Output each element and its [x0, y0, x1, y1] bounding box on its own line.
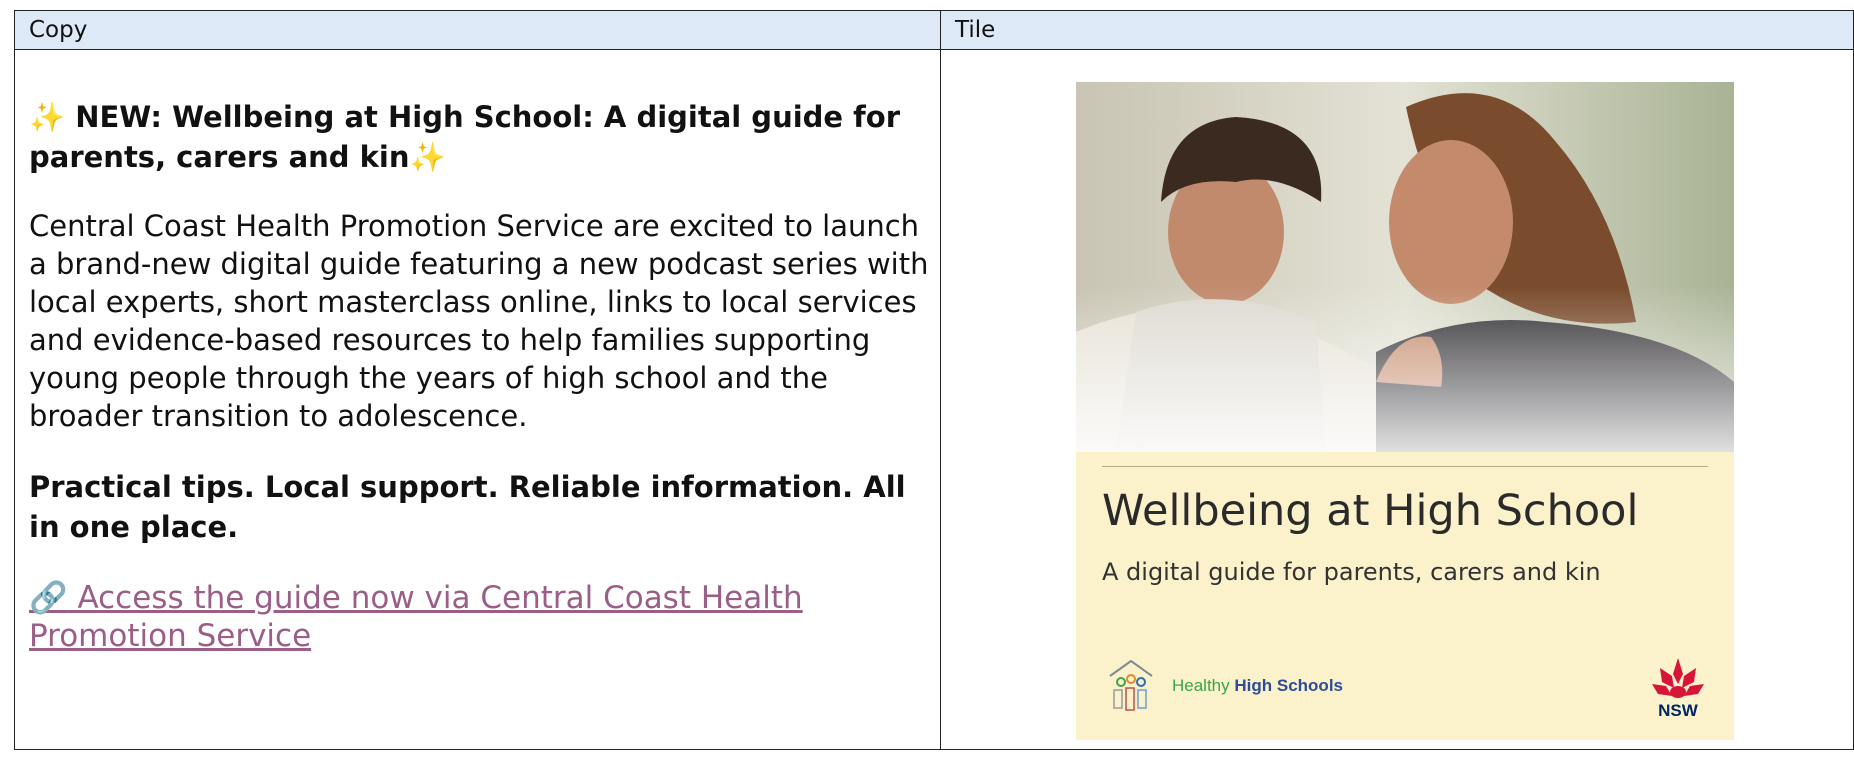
tile-title: Wellbeing at High School [1102, 486, 1639, 536]
headline-text: NEW: Wellbeing at High School: A digital… [29, 100, 901, 174]
copy-cell: ✨ NEW: Wellbeing at High School: A digit… [29, 49, 929, 655]
svg-text:NSW: NSW [1658, 701, 1699, 720]
healthy-high-schools-logo [1109, 659, 1153, 711]
sparkles-icon: ✨ [29, 100, 66, 134]
header-copy: Copy [29, 17, 88, 43]
promo-tile: Wellbeing at High School A digital guide… [1076, 82, 1734, 740]
parent-teen-photo [1076, 82, 1734, 452]
nsw-waratah-logo: NSW [1652, 658, 1704, 720]
headline: ✨ NEW: Wellbeing at High School: A digit… [29, 97, 929, 177]
guide-link-text: Access the guide now via Central Coast H… [29, 580, 803, 654]
tile-subtitle: A digital guide for parents, carers and … [1102, 558, 1601, 586]
tagline: Practical tips. Local support. Reliable … [29, 470, 906, 544]
guide-link[interactable]: 🔗 Access the guide now via Central Coast… [29, 579, 929, 655]
healthy-high-schools-text: Healthy High Schools [1172, 676, 1343, 695]
tile-divider [1102, 466, 1708, 467]
link-icon: 🔗 [29, 580, 68, 616]
column-divider [940, 11, 941, 749]
header-tile: Tile [955, 17, 996, 43]
body-paragraph: Central Coast Health Promotion Service a… [29, 209, 929, 433]
table-header-row: Copy Tile [15, 11, 1853, 50]
sparkles-icon: ✨ [409, 140, 446, 174]
